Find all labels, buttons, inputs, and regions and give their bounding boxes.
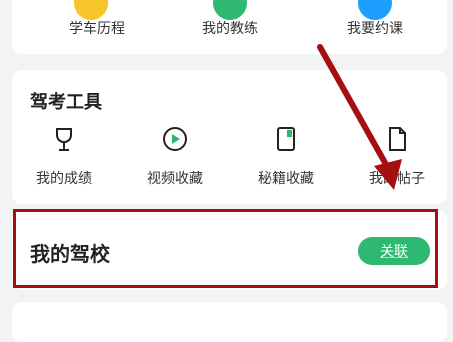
annotation-arrow-icon [317,44,402,190]
